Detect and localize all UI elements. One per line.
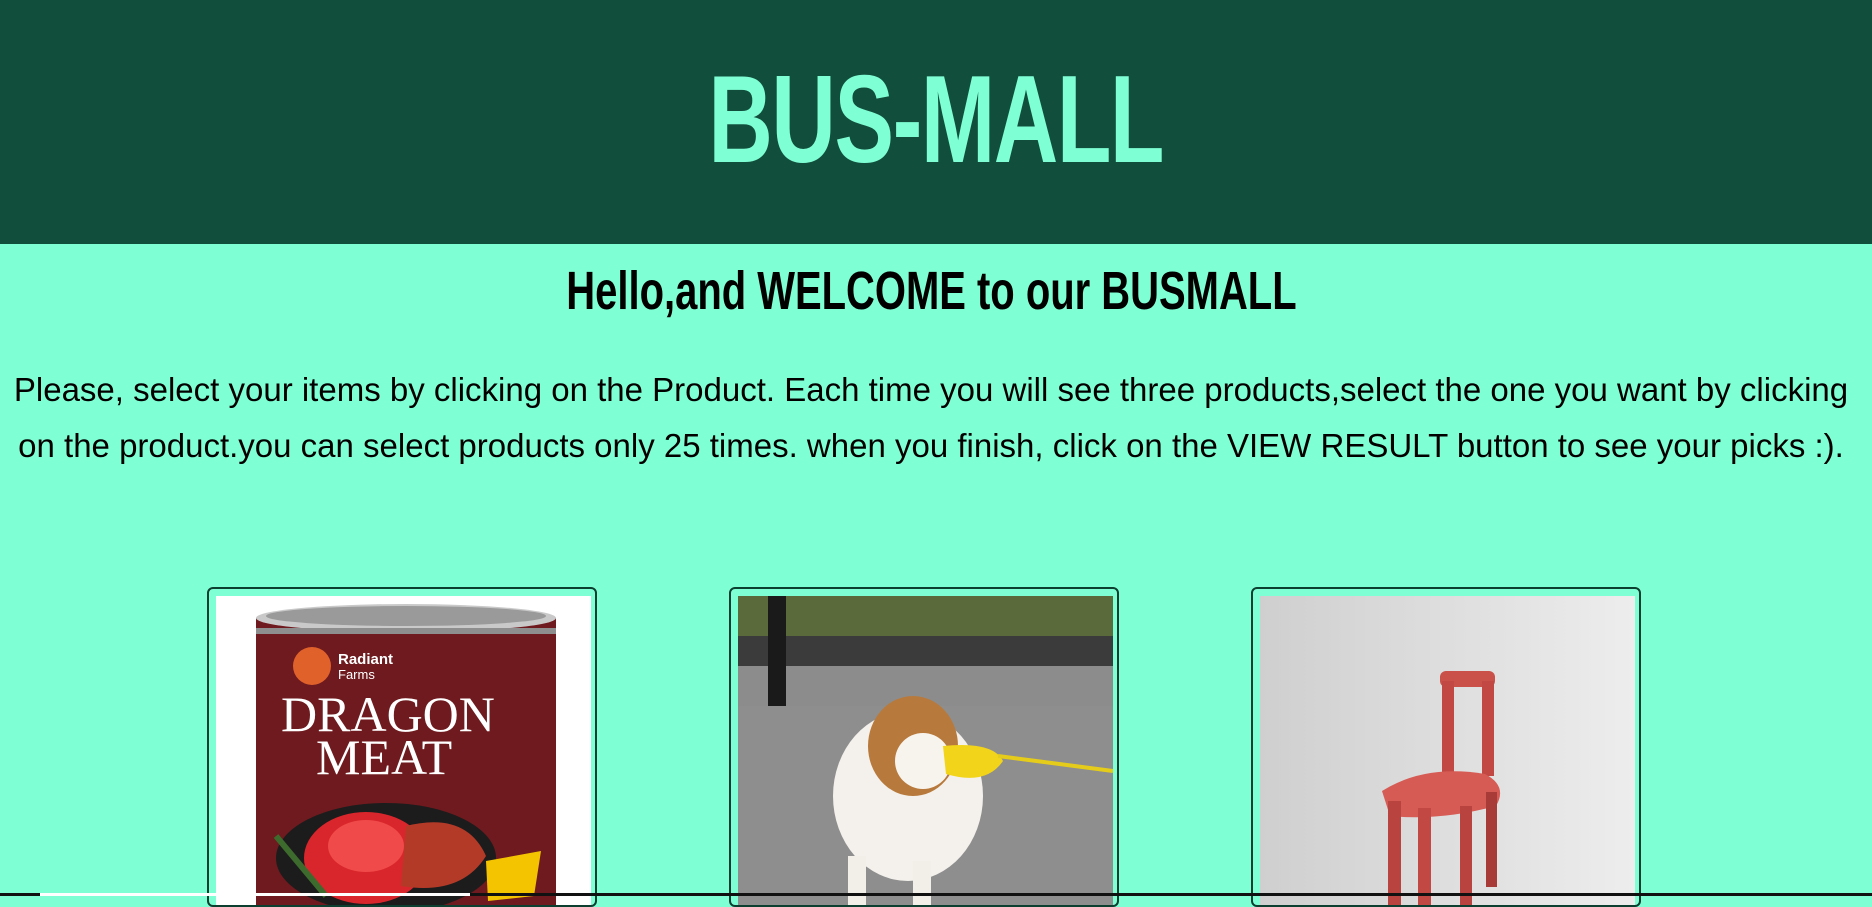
product-card-dog-duck[interactable]	[729, 587, 1119, 907]
dog-duck-image	[738, 596, 1113, 905]
instructions-text: Please, select your items by clicking on…	[13, 371, 1849, 464]
site-title: BUS-MALL	[708, 51, 1165, 189]
product-image-dog-duck[interactable]	[738, 596, 1113, 905]
product-card-chair[interactable]	[1251, 587, 1641, 907]
product-image-chair[interactable]	[1260, 596, 1635, 905]
site-header: BUS-MALL	[0, 0, 1872, 244]
welcome-text: Hello,and WELCOME to our BUSMALL	[565, 261, 1297, 321]
product-card-dragon[interactable]: Radiant Farms DRAGON MEAT	[207, 587, 597, 907]
chair-image	[1260, 596, 1635, 905]
dragon-meat-can-image: Radiant Farms DRAGON MEAT	[216, 596, 591, 905]
main-content: Hello,and WELCOME to our BUSMALL Please,…	[0, 244, 1872, 907]
can-title-word2: MEAT	[316, 729, 452, 785]
can-brand-line1: Radiant	[338, 651, 393, 668]
can-brand-line2: Farms	[338, 667, 375, 682]
product-image-dragon[interactable]: Radiant Farms DRAGON MEAT	[216, 596, 591, 905]
welcome-heading: Hello,and WELCOME to our BUSMALL	[0, 261, 1862, 321]
